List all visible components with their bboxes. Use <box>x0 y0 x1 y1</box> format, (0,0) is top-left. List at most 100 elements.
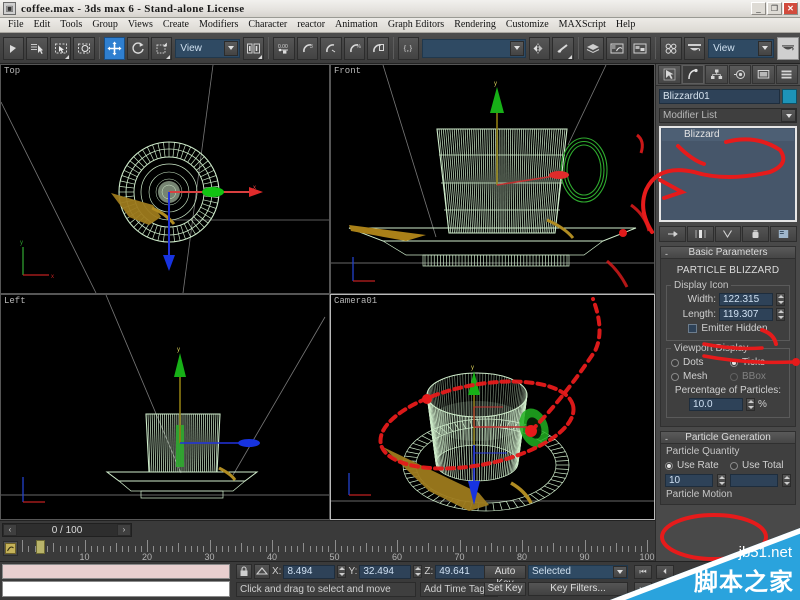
menu-item-character[interactable]: Character <box>243 18 292 32</box>
radio-dots[interactable] <box>671 359 679 367</box>
go-to-start-button[interactable]: ⏮ <box>634 565 652 579</box>
track-bar[interactable]: 102030405060708090100 <box>0 538 655 561</box>
radio-use-rate-wrap[interactable]: Use Rate <box>665 460 726 471</box>
reference-coordinate-system-dropdown[interactable]: View <box>175 39 239 58</box>
chevron-down-icon[interactable] <box>224 41 238 56</box>
trash-icon[interactable] <box>742 226 769 242</box>
pin-stack-icon[interactable] <box>659 226 686 242</box>
open-mini-curve-editor-icon[interactable] <box>3 541 18 556</box>
align-button[interactable] <box>552 37 573 60</box>
radio-mesh-wrap[interactable]: Mesh <box>671 371 726 382</box>
named-selection-sets-dropdown[interactable] <box>422 39 525 58</box>
viewport-left[interactable]: Left y <box>0 294 330 520</box>
select-and-rotate-button[interactable] <box>127 37 148 60</box>
render-scene-button[interactable] <box>684 37 705 60</box>
length-spinner[interactable] <box>776 308 785 321</box>
set-key-button[interactable]: Set Key <box>484 582 526 596</box>
rectangular-select-region-button[interactable] <box>50 37 71 60</box>
restore-button[interactable]: ❐ <box>767 2 782 15</box>
radio-dots-wrap[interactable]: Dots <box>671 357 726 368</box>
menu-item-file[interactable]: File <box>3 18 29 32</box>
show-end-result-icon[interactable] <box>687 226 714 242</box>
select-and-move-button[interactable] <box>104 37 125 60</box>
width-spinner[interactable] <box>776 293 785 306</box>
select-crossing-button[interactable] <box>73 37 94 60</box>
menu-item-maxscript[interactable]: MAXScript <box>554 18 611 32</box>
timeline-ruler[interactable]: 102030405060708090100 <box>22 538 655 561</box>
viewport-layout-dropdown[interactable]: View <box>708 39 774 58</box>
time-slider[interactable]: ‹ 0 / 100 › <box>2 523 132 537</box>
use-total-input[interactable] <box>730 474 778 487</box>
x-field[interactable]: 8.494 <box>283 565 335 579</box>
prev-frame-arrow[interactable]: ‹ <box>3 524 17 536</box>
tab-hierarchy[interactable] <box>705 65 728 84</box>
current-frame-field[interactable]: 0 <box>656 582 680 596</box>
menu-item-graph-editors[interactable]: Graph Editors <box>383 18 449 32</box>
tab-motion[interactable] <box>729 65 752 84</box>
radio-use-total-wrap[interactable]: Use Total <box>730 460 791 471</box>
use-rate-input[interactable]: 10 <box>665 474 713 487</box>
use-rate-spinner[interactable] <box>717 474 726 487</box>
snap-toggle-button[interactable]: 0.00 <box>273 37 294 60</box>
chevron-down-icon[interactable] <box>613 566 627 578</box>
modifier-stack[interactable]: Blizzard <box>659 126 797 222</box>
curve-editor-button[interactable] <box>606 37 627 60</box>
collapse-icon[interactable]: - <box>665 249 668 259</box>
z-field[interactable]: 49.641 <box>435 565 487 579</box>
rollout-particle-generation-header[interactable]: - Particle Generation <box>660 431 796 444</box>
snap-3d-button[interactable]: 3 <box>297 37 318 60</box>
modifier-list-dropdown[interactable]: Modifier List <box>659 108 797 123</box>
menu-item-edit[interactable]: Edit <box>29 18 56 32</box>
lock-selection-icon[interactable] <box>236 564 252 579</box>
object-color-swatch[interactable] <box>782 89 797 104</box>
menu-item-rendering[interactable]: Rendering <box>449 18 501 32</box>
max-script-listener-pink[interactable] <box>2 564 230 579</box>
menu-item-views[interactable]: Views <box>123 18 158 32</box>
menu-item-create[interactable]: Create <box>158 18 194 32</box>
percent-snap-button[interactable]: % <box>344 37 365 60</box>
absolute-relative-mode-icon[interactable] <box>254 564 270 579</box>
max-script-listener-white[interactable] <box>2 581 230 597</box>
collapse-icon[interactable]: - <box>665 434 668 444</box>
previous-frame-button[interactable]: ⏴ <box>656 565 674 579</box>
select-and-scale-button[interactable] <box>151 37 172 60</box>
viewport-top[interactable]: Top <box>0 64 330 294</box>
go-to-end-button[interactable]: ⏭ <box>634 582 652 596</box>
configure-sets-icon[interactable] <box>770 226 797 242</box>
tab-utilities[interactable] <box>776 65 799 84</box>
selection-set-dropdown[interactable]: Selected <box>528 565 628 579</box>
y-spinner[interactable] <box>413 565 422 578</box>
y-field[interactable]: 32.494 <box>359 565 411 579</box>
tab-modify[interactable] <box>682 65 705 84</box>
auto-key-button[interactable]: Auto Key <box>484 565 526 579</box>
chevron-down-icon[interactable] <box>758 41 772 56</box>
radio-mesh[interactable] <box>671 373 679 381</box>
key-filters-button[interactable]: Key Filters... <box>528 582 628 596</box>
menu-item-modifiers[interactable]: Modifiers <box>194 18 243 32</box>
mirror-button[interactable] <box>529 37 550 60</box>
menu-item-customize[interactable]: Customize <box>501 18 554 32</box>
named-selection-icon[interactable]: {,} <box>398 37 419 60</box>
menu-item-tools[interactable]: Tools <box>55 18 87 32</box>
make-unique-icon[interactable] <box>715 226 742 242</box>
x-spinner[interactable] <box>337 565 346 578</box>
width-input[interactable]: 122.315 <box>719 293 773 306</box>
minimize-button[interactable]: _ <box>751 2 766 15</box>
spinner-snap-button[interactable] <box>367 37 388 60</box>
object-name-field[interactable]: Blizzard01 <box>659 89 780 104</box>
material-editor-button[interactable] <box>660 37 681 60</box>
chevron-down-icon[interactable] <box>510 41 524 56</box>
next-frame-arrow[interactable]: › <box>117 524 131 536</box>
menu-item-group[interactable]: Group <box>87 18 123 32</box>
menu-item-animation[interactable]: Animation <box>330 18 383 32</box>
viewport-front[interactable]: Front <box>330 64 655 294</box>
rollout-basic-parameters-header[interactable]: - Basic Parameters <box>660 246 796 259</box>
length-input[interactable]: 119.307 <box>719 308 773 321</box>
radio-ticks-wrap[interactable]: Ticks <box>730 357 785 368</box>
percentage-spinner[interactable] <box>746 398 755 411</box>
use-pivot-center-button[interactable] <box>243 37 264 60</box>
tab-create[interactable] <box>658 65 681 84</box>
menu-item-reactor[interactable]: reactor <box>292 18 330 32</box>
use-total-spinner[interactable] <box>782 474 791 487</box>
select-by-name-button[interactable] <box>26 37 47 60</box>
